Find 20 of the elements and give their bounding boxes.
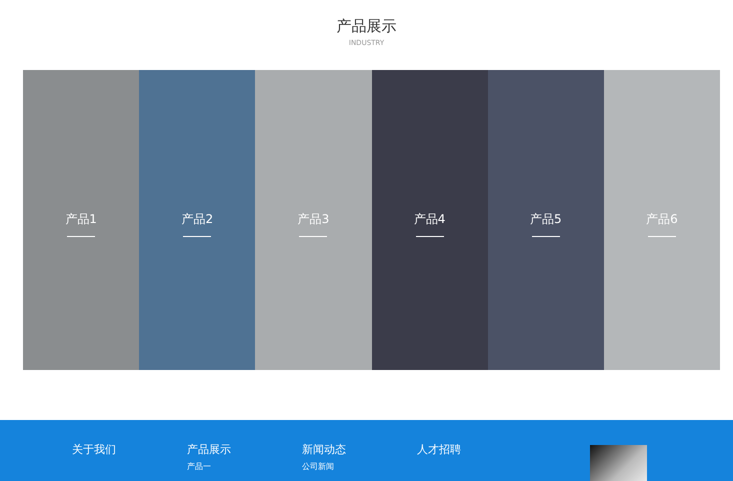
footer-link[interactable]: 公司新闻 xyxy=(302,461,334,472)
product-card[interactable]: 产品4 xyxy=(372,70,488,370)
footer-heading[interactable]: 关于我们 xyxy=(72,443,116,457)
footer-heading[interactable]: 人才招聘 xyxy=(417,443,461,457)
section-title: 产品展示 xyxy=(336,16,396,36)
product-card[interactable]: 产品2 xyxy=(139,70,256,370)
product-label: 产品1 xyxy=(65,211,97,227)
product-label: 产品5 xyxy=(530,211,562,227)
product-label: 产品4 xyxy=(414,211,446,227)
product-label: 产品2 xyxy=(181,211,214,227)
product-card[interactable]: 产品3 xyxy=(255,70,372,370)
product-card[interactable]: 产品6 xyxy=(604,70,720,370)
footer-heading[interactable]: 新闻动态 xyxy=(302,443,346,457)
product-card[interactable]: 产品5 xyxy=(488,70,604,370)
product-label: 产品3 xyxy=(298,211,330,227)
footer-heading[interactable]: 产品展示 xyxy=(187,443,231,457)
footer-link[interactable]: 产品一 xyxy=(187,461,211,472)
product-card[interactable]: 产品1 xyxy=(23,70,140,370)
product-label: 产品6 xyxy=(646,211,678,227)
logo-image xyxy=(590,445,647,481)
